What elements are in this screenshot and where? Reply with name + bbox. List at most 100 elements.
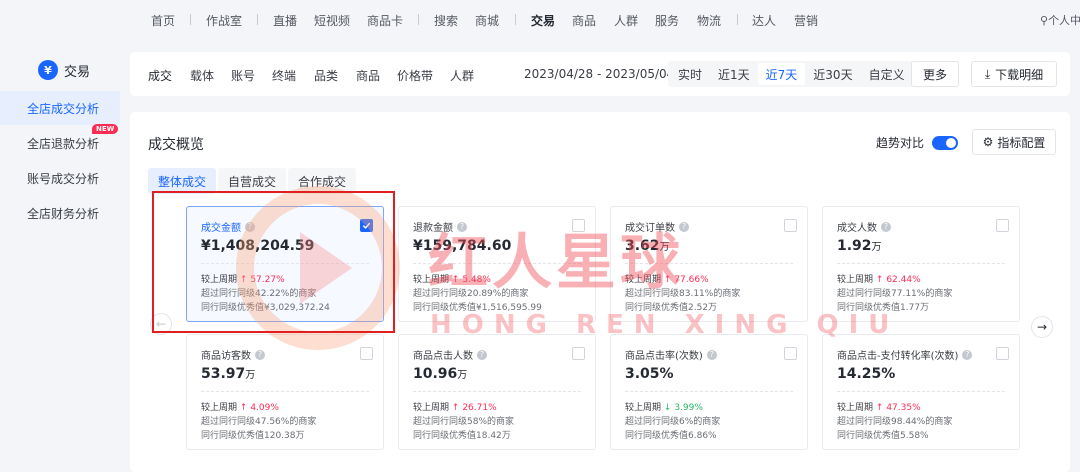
- sidebar-item-label: 全店退款分析: [27, 136, 100, 151]
- period-30-days[interactable]: 近30天: [805, 63, 860, 85]
- divider: [413, 391, 581, 392]
- filter-tab-product[interactable]: 商品: [356, 67, 380, 84]
- nav-short-video[interactable]: 短视频: [314, 12, 350, 29]
- metric-peer-best: 同行同级优秀值5.58%: [837, 431, 929, 441]
- period-custom[interactable]: 自定义: [861, 63, 913, 85]
- sidebar-item-label: 账号成交分析: [27, 171, 100, 186]
- metric-peer-rank: 超过同行同级47.56%的商家: [201, 417, 317, 427]
- period-7-days[interactable]: 近7天: [757, 63, 806, 85]
- nav-service[interactable]: 服务: [655, 12, 679, 29]
- sidebar-item-store-finance[interactable]: 全店财务分析: [0, 196, 120, 230]
- nav-separator: [190, 14, 191, 25]
- nav-home[interactable]: 首页: [151, 12, 175, 29]
- metric-card[interactable]: 商品点击-支付转化率(次数)? 14.25% 较上周期 ↑ 47.35% 超过同行同级…: [822, 334, 1020, 450]
- highlight-box: [152, 191, 395, 333]
- download-details-button[interactable]: ⤓ 下载明细: [971, 61, 1057, 87]
- metric-change: 较上周期 ↑ 26.71%: [413, 403, 497, 413]
- period-selector: 实时 近1天 近7天 近30天 自定义: [668, 61, 915, 87]
- metric-peer-best: 同行同级优秀值18.42万: [413, 431, 511, 441]
- divider: [837, 263, 1005, 264]
- filter-tab-account[interactable]: 账号: [231, 67, 255, 84]
- filter-tab-price-band[interactable]: 价格带: [397, 67, 433, 84]
- nav-war-room[interactable]: 作战室: [206, 12, 242, 29]
- metric-name: 成交人数?: [837, 219, 1005, 234]
- nav-search[interactable]: 搜索: [434, 12, 458, 29]
- metric-checkbox[interactable]: [572, 347, 585, 360]
- nav-influencer[interactable]: 达人: [752, 12, 776, 29]
- metric-value: 3.05%: [625, 366, 674, 382]
- arrow-up-icon: ↑: [239, 403, 248, 413]
- watermark-subtext: HONG REN XING QIU: [430, 310, 900, 340]
- trend-compare-label: 趋势对比: [876, 136, 925, 150]
- top-nav: 首页 作战室 直播 短视频 商品卡 搜索 商城 交易 商品 人群 服务 物流 达…: [0, 0, 1080, 40]
- divider: [201, 391, 369, 392]
- date-range[interactable]: 2023/04/28 - 2023/05/04: [524, 67, 674, 81]
- period-1-day[interactable]: 近1天: [710, 63, 758, 85]
- metric-checkbox[interactable]: [784, 219, 797, 232]
- metric-name: 商品访客数?: [201, 347, 369, 362]
- sidebar-item-account-sales[interactable]: 账号成交分析: [0, 161, 120, 195]
- trade-icon: ¥: [38, 60, 58, 80]
- download-icon: ⤓: [984, 66, 991, 81]
- metric-value: 53.97万: [201, 366, 256, 382]
- filter-tab-terminal[interactable]: 终端: [272, 67, 296, 84]
- metric-checkbox[interactable]: [996, 219, 1009, 232]
- sidebar-item-store-refund[interactable]: 全店退款分析 NEW: [0, 124, 120, 160]
- metric-peer-best: 同行同级优秀值6.86%: [625, 431, 717, 441]
- nav-separator: [257, 14, 258, 25]
- metric-change-value: 4.09%: [250, 403, 279, 413]
- metric-name: 商品点击人数?: [413, 347, 581, 362]
- period-realtime[interactable]: 实时: [670, 63, 710, 85]
- arrow-up-icon: ↑: [875, 275, 884, 285]
- nav-separator: [737, 14, 738, 25]
- metric-peer-rank: 超过同行同级58%的商家: [413, 417, 515, 427]
- nav-logistics[interactable]: 物流: [697, 12, 721, 29]
- metric-change-value: 3.99%: [674, 403, 703, 413]
- metric-card[interactable]: 商品点击率(次数)? 3.05% 较上周期 ↓ 3.99% 超过同行同级6%的商家 同行…: [610, 334, 808, 450]
- filter-tab-category[interactable]: 品类: [314, 67, 338, 84]
- arrow-up-icon: ↑: [875, 403, 884, 413]
- filter-tab-sales[interactable]: 成交: [148, 67, 172, 84]
- metric-card[interactable]: 成交人数? 1.92万 较上周期 ↑ 62.44% 超过同行同级77.11%的商家 同行…: [822, 206, 1020, 322]
- nav-live[interactable]: 直播: [273, 12, 297, 29]
- divider: [625, 391, 793, 392]
- filter-tab-carrier[interactable]: 载体: [190, 67, 214, 84]
- metric-change: 较上周期 ↑ 62.44%: [837, 275, 921, 285]
- metric-unit: 万: [457, 370, 468, 381]
- nav-mall[interactable]: 商城: [475, 12, 499, 29]
- more-button[interactable]: 更多: [911, 61, 959, 87]
- metric-card[interactable]: 商品访客数? 53.97万 较上周期 ↑ 4.09% 超过同行同级47.56%的商家同…: [186, 334, 384, 450]
- help-icon[interactable]: ?: [477, 349, 487, 360]
- metric-checkbox[interactable]: [996, 347, 1009, 360]
- help-icon[interactable]: ?: [962, 349, 973, 360]
- metric-checkbox[interactable]: [360, 347, 373, 360]
- sidebar-item-label: 全店财务分析: [27, 206, 100, 221]
- metric-card[interactable]: 商品点击人数? 10.96万 较上周期 ↑ 26.71% 超过同行同级58%的商家 同行…: [398, 334, 596, 450]
- filter-tab-audience[interactable]: 人群: [450, 67, 474, 84]
- help-icon[interactable]: ?: [881, 221, 891, 232]
- sidebar-item-store-sales[interactable]: 全店成交分析: [0, 91, 120, 125]
- metric-checkbox[interactable]: [784, 347, 797, 360]
- nav-marketing[interactable]: 营销: [794, 12, 818, 29]
- next-arrow-icon[interactable]: →: [1031, 316, 1053, 338]
- nav-product-card[interactable]: 商品卡: [367, 12, 403, 29]
- sidebar-brand-label: 交易: [64, 64, 91, 80]
- arrow-up-icon: ↑: [451, 403, 460, 413]
- metric-unit: 万: [245, 370, 256, 381]
- nav-separator: [515, 14, 516, 25]
- user-center-label: 个人中: [1048, 14, 1080, 27]
- nav-trade[interactable]: 交易: [531, 12, 555, 29]
- help-icon[interactable]: ?: [255, 349, 265, 360]
- trend-compare-toggle[interactable]: [932, 135, 959, 150]
- metric-config-button[interactable]: ⚙ 指标配置: [972, 129, 1056, 155]
- arrow-down-icon: ↓: [663, 403, 672, 413]
- user-center-link[interactable]: ⚲个人中: [1040, 12, 1080, 28]
- trend-compare: 趋势对比: [876, 134, 959, 151]
- metric-value: 1.92万: [837, 238, 882, 254]
- nav-audience[interactable]: 人群: [614, 12, 638, 29]
- nav-product[interactable]: 商品: [572, 12, 596, 29]
- metric-peer-rank: 超过同行同级6%的商家: [625, 417, 721, 427]
- user-icon: ⚲: [1040, 14, 1049, 27]
- metric-change: 较上周期 ↓ 3.99%: [625, 403, 703, 413]
- help-icon[interactable]: ?: [706, 349, 717, 360]
